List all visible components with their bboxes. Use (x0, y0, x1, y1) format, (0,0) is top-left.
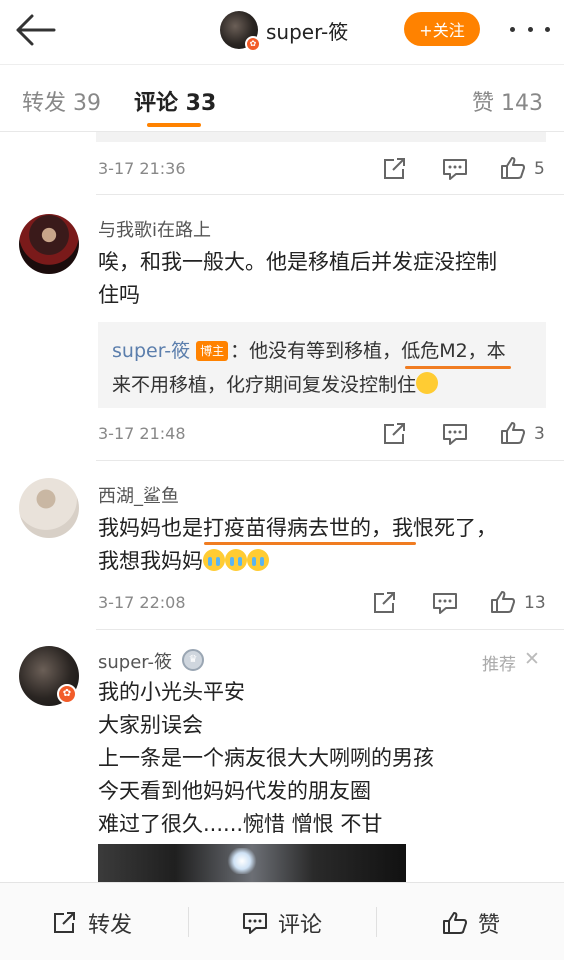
verified-badge-icon: ✿ (245, 36, 261, 52)
reply-username[interactable]: super-筱 (112, 340, 190, 362)
comment-text-part: 我妈妈也是 (98, 516, 203, 540)
comment-text-line: 我想我妈妈 (98, 545, 497, 578)
comment-button[interactable]: 评论 (242, 907, 322, 939)
avatar[interactable] (19, 214, 79, 274)
medal-icon: ♛ (182, 649, 204, 671)
reply-text: ，本 (467, 340, 506, 362)
highlight-underline (405, 366, 511, 369)
post-text-line: 大家别误会 (98, 713, 203, 737)
post-photo[interactable] (98, 844, 406, 882)
like-count: 5 (534, 159, 545, 179)
reply-line: 来不用移植，化疗期间复发没控制住 (112, 370, 439, 397)
like-button[interactable]: 赞 (442, 907, 500, 939)
crying-emoji-icon (203, 549, 225, 571)
divider (96, 629, 564, 630)
back-arrow-icon[interactable] (14, 12, 56, 48)
comment-icon[interactable] (442, 422, 468, 446)
share-icon[interactable] (372, 591, 398, 615)
comment-time: 3-17 21:36 (98, 159, 186, 178)
comment-time: 3-17 22:08 (98, 593, 186, 612)
post-username[interactable]: super-筱 (98, 648, 172, 674)
reply-text-highlight: 低危M2 (401, 340, 468, 362)
share-icon[interactable] (382, 422, 408, 446)
reply-text: ：他没有等到移植， (230, 340, 402, 362)
comment-text: 我妈妈也是打疫苗得病去世的，我恨死了， 我想我妈妈 (98, 512, 497, 578)
comment-icon[interactable] (432, 591, 458, 615)
like-label: 赞 (478, 913, 501, 938)
post-text-line: 难过了很久......惋惜 憎恨 不甘 (98, 812, 383, 836)
divider (96, 194, 564, 195)
bottom-action-bar: 转发 评论 赞 (0, 882, 564, 960)
post-text-line: 我的小光头平安 (98, 680, 245, 704)
nav-user[interactable]: ✿ super-筱 (220, 10, 349, 52)
like-count: 13 (524, 593, 546, 613)
top-nav-bar: ✿ super-筱 +关注 (0, 0, 564, 64)
previous-reply-box (96, 132, 546, 142)
comment-text-part: ，我恨死了， (371, 516, 497, 540)
share-icon[interactable] (382, 157, 408, 181)
divider (96, 460, 564, 461)
verified-badge-icon: ✿ (57, 684, 77, 704)
comment-text: 唉，和我一般大。他是移植后并发症没控制 住吗 (98, 246, 497, 312)
reply-line: super-筱 博主 ：他没有等到移植，低危M2，本 (112, 336, 506, 363)
nav-username: super-筱 (266, 19, 349, 44)
avatar[interactable]: ✿ (19, 646, 79, 706)
comment-text-highlight: 打疫苗得病去世的 (203, 516, 371, 540)
frown-emoji-icon (416, 372, 439, 394)
divider (376, 907, 377, 937)
like-icon (443, 912, 467, 934)
comment-text-part: 我想我妈妈 (98, 549, 203, 573)
crying-emoji-icon (247, 549, 269, 571)
comment-icon[interactable] (442, 157, 468, 181)
divider (188, 907, 189, 937)
reply-text: 来不用移植，化疗期间复发没控制住 (112, 374, 417, 396)
like-icon[interactable] (500, 421, 526, 445)
tab-bar: 转发 39 评论 33 赞 143 (0, 64, 564, 132)
comment-list[interactable]: 3-17 21:36 5 与我歌i在路上 唉，和我一般大。他是移植后并发症没控制… (0, 132, 564, 882)
avatar[interactable] (19, 478, 79, 538)
active-tab-indicator (147, 123, 201, 127)
like-count: 3 (534, 424, 545, 444)
comment-icon (243, 913, 267, 934)
repost-label: 转发 (88, 913, 133, 938)
comment-text-line: 唉，和我一般大。他是移植后并发症没控制 (98, 250, 497, 274)
comment-label: 评论 (278, 913, 323, 938)
comment-username[interactable]: 与我歌i在路上 (98, 216, 211, 242)
author-tag: 博主 (196, 341, 229, 361)
avatar[interactable]: ✿ (220, 11, 261, 52)
tab-comment[interactable]: 评论 33 (134, 85, 216, 117)
comment-time: 3-17 21:48 (98, 424, 186, 443)
crying-emoji-icon (225, 549, 247, 571)
share-icon (54, 912, 75, 933)
comment-text-line: 住吗 (98, 283, 140, 307)
comment-username[interactable]: 西湖_鲨鱼 (98, 482, 179, 508)
follow-button[interactable]: +关注 (404, 12, 480, 46)
repost-button[interactable]: 转发 (52, 907, 132, 939)
like-icon[interactable] (490, 590, 516, 614)
close-icon[interactable]: ✕ (524, 648, 540, 670)
post-text-line: 今天看到他妈妈代发的朋友圈 (98, 779, 371, 803)
more-icon[interactable] (510, 20, 550, 38)
post-text-line: 上一条是一个病友很大大咧咧的男孩 (98, 746, 434, 770)
author-reply-box[interactable]: super-筱 博主 ：他没有等到移植，低危M2，本 来不用移植，化疗期间复发没控制… (98, 322, 546, 408)
highlight-underline (204, 542, 416, 545)
tab-repost[interactable]: 转发 39 (22, 85, 101, 117)
recommend-label: 推荐 (482, 655, 516, 675)
comment-text-line: 我妈妈也是打疫苗得病去世的，我恨死了， (98, 512, 497, 545)
like-icon[interactable] (500, 156, 526, 180)
tab-like[interactable]: 赞 143 (472, 85, 543, 117)
post-text: 我的小光头平安 大家别误会 上一条是一个病友很大大咧咧的男孩 今天看到他妈妈代发… (98, 676, 434, 841)
